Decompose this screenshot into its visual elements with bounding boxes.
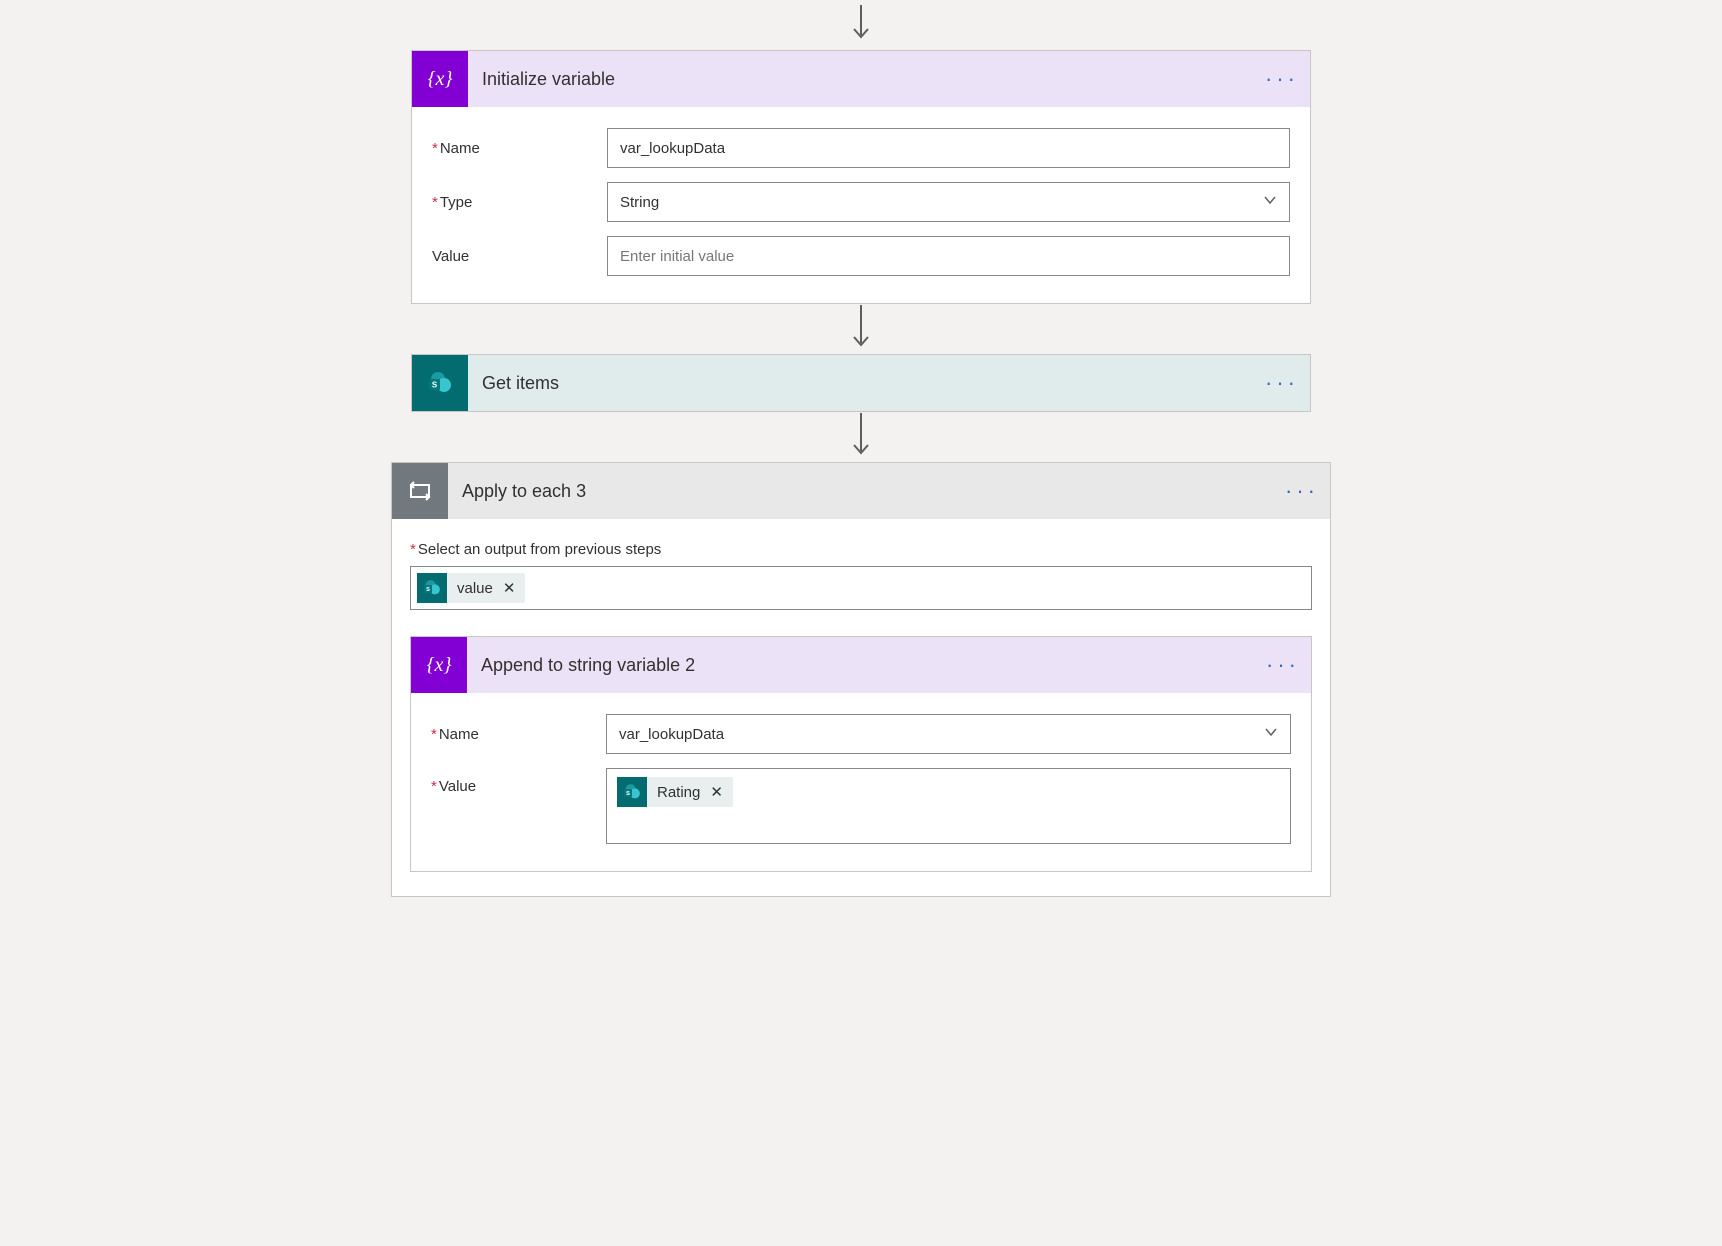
action-menu-button[interactable]: ··· [1254,370,1310,396]
field-label-select-output: *Select an output from previous steps [410,541,1312,558]
action-title: Apply to each 3 [448,481,1274,502]
token-remove-button[interactable]: ✕ [501,579,526,597]
action-header[interactable]: Apply to each 3 ··· [392,463,1330,519]
flow-arrow [851,412,871,462]
field-label-type: *Type [432,194,607,211]
token-text: Rating [657,784,708,801]
sharepoint-icon: S [417,573,447,603]
variable-icon: {x} [411,637,467,693]
action-get-items[interactable]: S Get items ··· [411,354,1311,412]
field-label-name: *Name [432,140,607,157]
action-header[interactable]: S Get items ··· [412,355,1310,411]
select-output-input[interactable]: S value ✕ [410,566,1312,610]
chevron-down-icon [1263,193,1277,211]
token-value[interactable]: S value ✕ [417,573,525,603]
sharepoint-icon: S [412,355,468,411]
action-append-to-string[interactable]: {x} Append to string variable 2 ··· *Nam… [410,636,1312,872]
field-label-value: *Value [431,768,606,795]
flow-arrow [851,0,871,50]
action-title: Initialize variable [468,69,1254,90]
sharepoint-icon: S [617,777,647,807]
field-label-value: Value [432,248,607,265]
svg-text:S: S [432,381,438,390]
action-initialize-variable[interactable]: {x} Initialize variable ··· *Name var_lo… [411,50,1311,304]
action-title: Get items [468,373,1254,394]
action-menu-button[interactable]: ··· [1274,478,1330,504]
flow-arrow [851,304,871,354]
name-select[interactable]: var_lookupData [606,714,1291,754]
name-input[interactable]: var_lookupData [607,128,1290,168]
loop-icon [392,463,448,519]
action-header[interactable]: {x} Append to string variable 2 ··· [411,637,1311,693]
field-label-name: *Name [431,726,606,743]
variable-icon: {x} [412,51,468,107]
token-text: value [457,580,501,597]
action-header[interactable]: {x} Initialize variable ··· [412,51,1310,107]
value-input[interactable]: S Rating ✕ [606,768,1291,844]
svg-text:{x}: {x} [428,68,453,90]
action-title: Append to string variable 2 [467,655,1255,676]
chevron-down-icon [1264,725,1278,743]
token-remove-button[interactable]: ✕ [708,783,733,801]
token-rating[interactable]: S Rating ✕ [617,777,733,807]
svg-text:S: S [626,791,630,797]
action-menu-button[interactable]: ··· [1254,66,1310,92]
value-input[interactable]: Enter initial value [607,236,1290,276]
svg-text:{x}: {x} [427,654,452,676]
type-select[interactable]: String [607,182,1290,222]
action-menu-button[interactable]: ··· [1255,652,1311,678]
action-apply-to-each[interactable]: Apply to each 3 ··· *Select an output fr… [391,462,1331,897]
svg-text:S: S [426,587,430,593]
